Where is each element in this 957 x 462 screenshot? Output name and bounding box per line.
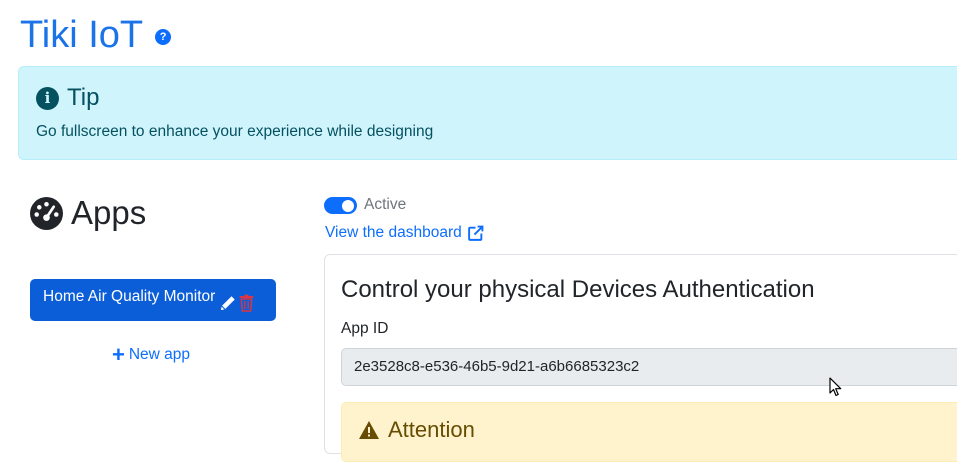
- new-app-link[interactable]: + New app: [112, 342, 191, 367]
- page-title: Tiki IoT ?: [20, 12, 172, 58]
- page-title-text: Tiki IoT: [20, 14, 144, 56]
- new-app-label: New app: [128, 346, 191, 363]
- app-item-home-air-quality-monitor[interactable]: Home Air Quality Monitor: [30, 279, 276, 321]
- info-circle-icon: i: [36, 86, 59, 110]
- tip-header: i Tip: [36, 84, 99, 112]
- plus-icon: +: [112, 342, 125, 367]
- app-item-label: Home Air Quality Monitor: [43, 288, 216, 305]
- active-toggle[interactable]: [324, 197, 357, 214]
- active-label: Active: [364, 196, 407, 213]
- external-link-icon: [467, 225, 484, 241]
- warning-triangle-icon: [359, 421, 379, 439]
- trash-icon[interactable]: [238, 294, 255, 312]
- app-id-label: App ID: [341, 320, 389, 337]
- pencil-icon[interactable]: [219, 295, 236, 312]
- tip-text: Go fullscreen to enhance your experience…: [36, 123, 434, 140]
- apps-title: Apps: [71, 194, 147, 231]
- attention-alert: Attention: [341, 402, 957, 462]
- toggle-knob: [342, 199, 354, 212]
- view-dashboard-label: View the dashboard: [325, 224, 462, 241]
- tip-title: Tip: [67, 84, 100, 111]
- auth-card: Control your physical Devices Authentica…: [324, 254, 957, 462]
- attention-title: Attention: [388, 417, 475, 442]
- view-dashboard-link[interactable]: View the dashboard: [325, 224, 484, 242]
- app-id-field[interactable]: 2e3528c8-e536-46b5-9d21-a6b6685323c2: [341, 348, 957, 386]
- tip-alert: i Tip Go fullscreen to enhance your expe…: [18, 66, 957, 160]
- dashboard-gauge-icon: [30, 196, 63, 230]
- question-circle-icon[interactable]: ?: [155, 29, 172, 45]
- apps-heading: Apps: [30, 193, 146, 233]
- auth-card-title: Control your physical Devices Authentica…: [341, 276, 815, 303]
- mouse-cursor-icon: [829, 377, 842, 397]
